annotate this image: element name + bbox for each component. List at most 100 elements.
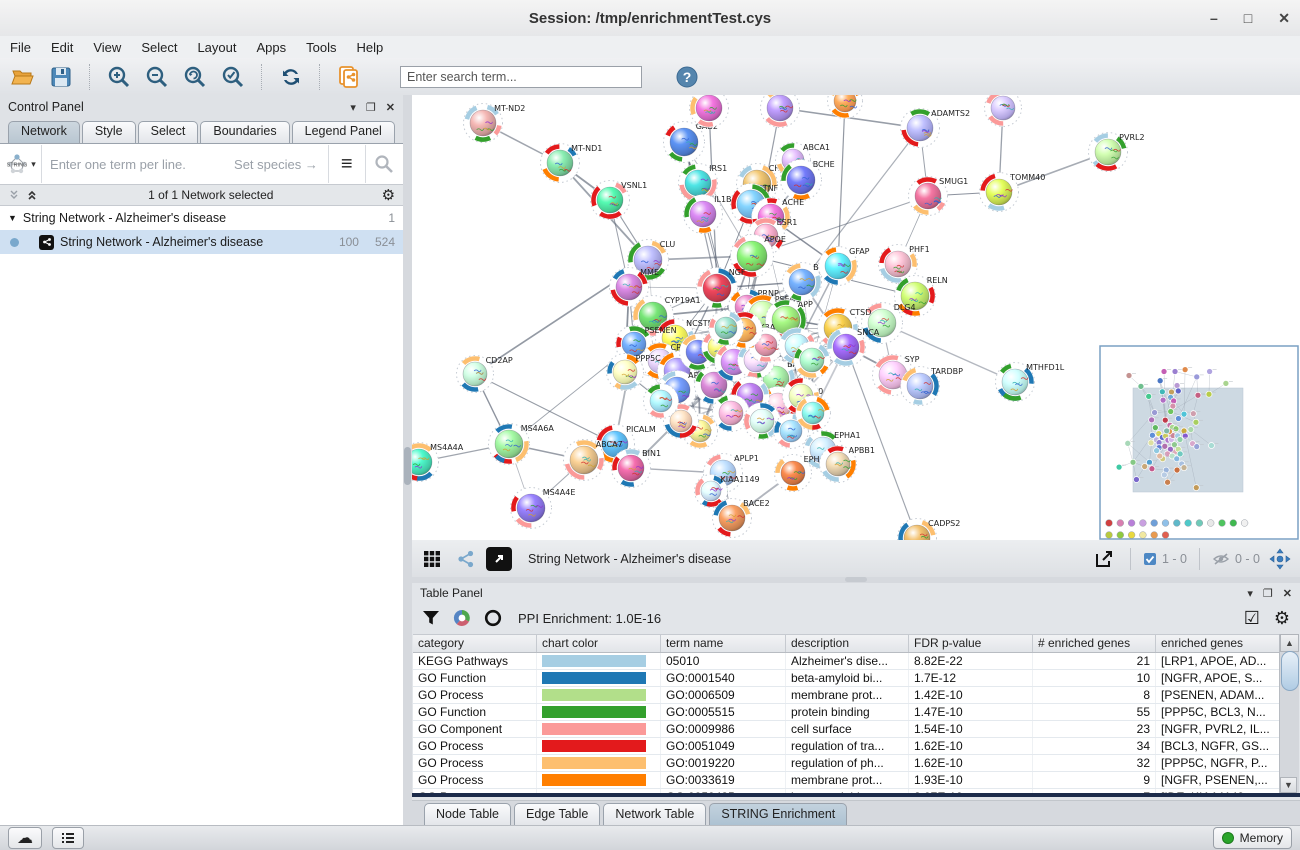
menu-file[interactable]: File (10, 40, 31, 55)
open-in-string-button[interactable] (486, 547, 512, 571)
table-row[interactable]: GO ProcessGO:0051049regulation of tra...… (413, 738, 1281, 755)
table-row[interactable]: KEGG Pathways05010Alzheimer's dise...8.8… (413, 653, 1281, 670)
network-node[interactable] (985, 95, 1022, 127)
table-row[interactable]: GO FunctionGO:0001540beta-amyloid bi...1… (413, 670, 1281, 687)
table-settings-gear-icon[interactable]: ⚙ (1274, 608, 1290, 629)
network-node-vsnl1[interactable]: VSNL1 (591, 181, 648, 220)
network-node-tomm40[interactable]: TOMM40 (980, 173, 1046, 212)
column-header-enriched-genes[interactable]: enriched genes (1156, 635, 1281, 652)
birdseye-panel[interactable] (1100, 346, 1298, 539)
network-node-mt-nd1[interactable]: MT-ND1 (541, 144, 603, 183)
scroll-down-arrow[interactable]: ▼ (1280, 777, 1297, 793)
network-row-selected[interactable]: String Network - Alzheimer's disease 100… (0, 230, 403, 254)
column-header-FDR-p-value[interactable]: FDR p-value (909, 635, 1033, 652)
tab-select[interactable]: Select (138, 121, 199, 143)
column-header-description[interactable]: description (786, 635, 909, 652)
network-node[interactable] (761, 95, 800, 128)
scroll-up-arrow[interactable]: ▲ (1280, 634, 1299, 652)
tab-network[interactable]: Network (8, 121, 80, 143)
search-input[interactable] (400, 66, 642, 88)
menu-view[interactable]: View (93, 40, 121, 55)
column-header--enriched-genes[interactable]: # enriched genes (1033, 635, 1156, 652)
table-row[interactable]: GO ProcessGO:0033619membrane prot...1.93… (413, 772, 1281, 789)
string-protein-query-dropdown[interactable]: STRING ▾ (0, 145, 42, 183)
network-node-adamts2[interactable]: ADAMTS2 (901, 109, 971, 148)
chart-color-donut-icon[interactable] (452, 608, 472, 628)
network-node[interactable] (713, 395, 750, 432)
tab-legend-panel[interactable]: Legend Panel (292, 121, 395, 143)
network-node-mthfd1l[interactable]: MTHFD1L (996, 363, 1065, 402)
network-node-bche[interactable]: BCHE (781, 160, 835, 201)
zoom-fit-button[interactable] (180, 63, 210, 91)
tab-boundaries[interactable]: Boundaries (200, 121, 289, 143)
network-node-mt-nd2[interactable]: MT-ND2 (464, 104, 526, 143)
network-node[interactable] (796, 396, 831, 431)
tab-network-table[interactable]: Network Table (603, 803, 706, 825)
close-panel-icon[interactable]: ✕ (386, 101, 395, 114)
zoom-in-button[interactable] (104, 63, 134, 91)
column-header-term-name[interactable]: term name (661, 635, 786, 652)
network-options-gear-icon[interactable]: ⚙ (382, 186, 395, 204)
select-columns-icon[interactable]: ☑ (1244, 608, 1260, 629)
set-species-link[interactable]: Set species → (234, 157, 328, 172)
filter-icon[interactable] (422, 609, 440, 627)
scrollbar-thumb[interactable] (1281, 651, 1299, 691)
help-button[interactable]: ? (672, 63, 702, 91)
task-history-button[interactable] (52, 827, 84, 849)
network-node-bace2[interactable]: BACE2 (713, 499, 770, 538)
tab-node-table[interactable]: Node Table (424, 803, 511, 825)
tab-edge-table[interactable]: Edge Table (514, 803, 600, 825)
undock-panel-icon[interactable]: ❐ (1263, 587, 1273, 600)
open-session-button[interactable] (8, 63, 38, 91)
memory-button[interactable]: Memory (1213, 827, 1292, 849)
import-network-button[interactable] (334, 63, 364, 91)
string-options-button[interactable]: ≡ (328, 145, 366, 183)
network-node-apbb1[interactable]: APBB1 (820, 446, 875, 483)
menu-help[interactable]: Help (357, 40, 384, 55)
network-node-bin1[interactable]: BIN1 (612, 449, 662, 488)
network-node-tardbp[interactable]: TARDBP (901, 367, 964, 406)
menu-tools[interactable]: Tools (306, 40, 336, 55)
table-panel-splitter-grip[interactable] (845, 577, 867, 582)
string-search-button[interactable] (366, 145, 403, 183)
table-vertical-scrollbar[interactable]: ▲ ▼ (1279, 634, 1299, 793)
network-node-pvrl2[interactable]: PVRL2 (1089, 133, 1145, 172)
column-header-chart-color[interactable]: chart color (537, 635, 661, 652)
pan-tool-button[interactable] (1266, 546, 1294, 572)
menu-select[interactable]: Select (141, 40, 177, 55)
network-node-gab2[interactable]: GAB2 (664, 122, 718, 163)
network-canvas[interactable]: MT-ND2MT-ND1VSNL1GAB2IRS1CHATABCA1BCHETN… (412, 95, 1300, 541)
network-node[interactable] (794, 342, 831, 379)
network-node-ms4a4e[interactable]: MS4A4E (511, 488, 576, 529)
network-node-ms4a4a[interactable]: MS4A4A (412, 443, 464, 482)
save-session-button[interactable] (46, 63, 76, 91)
grid-view-button[interactable] (418, 546, 446, 572)
undock-panel-icon[interactable]: ❐ (366, 101, 376, 114)
network-node[interactable] (644, 384, 679, 419)
network-node-smug1[interactable]: SMUG1 (909, 177, 969, 216)
expand-all-icon[interactable] (26, 189, 40, 201)
zoom-selected-button[interactable] (218, 63, 248, 91)
float-panel-icon[interactable]: ▾ (1247, 587, 1253, 600)
tab-string-enrichment[interactable]: STRING Enrichment (709, 803, 847, 825)
string-term-input[interactable] (42, 157, 234, 172)
export-network-button[interactable] (1090, 546, 1118, 572)
maximize-button[interactable]: □ (1244, 10, 1252, 26)
network-node-cd2ap[interactable]: CD2AP (457, 356, 513, 393)
tab-style[interactable]: Style (82, 121, 136, 143)
table-horizontal-scrollbar[interactable] (412, 793, 1300, 797)
menu-edit[interactable]: Edit (51, 40, 73, 55)
ring-chart-icon[interactable] (484, 609, 502, 627)
zoom-out-button[interactable] (142, 63, 172, 91)
close-panel-icon[interactable]: ✕ (1283, 587, 1292, 600)
table-row[interactable]: GO ComponentGO:0009986cell surface1.54E-… (413, 721, 1281, 738)
cloud-tasks-button[interactable]: ☁ (8, 827, 42, 849)
network-node-ms4a6a[interactable]: MS4A6A (489, 424, 555, 465)
network-collection-row[interactable]: ▼ String Network - Alzheimer's disease 1 (0, 206, 403, 230)
refresh-network-button[interactable] (276, 63, 306, 91)
minimize-button[interactable]: – (1210, 10, 1218, 26)
panel-divider-grip[interactable] (404, 447, 411, 485)
table-row[interactable]: GO ProcessGO:0019220regulation of ph...1… (413, 755, 1281, 772)
network-node-gfap[interactable]: GFAP (819, 247, 870, 286)
table-row[interactable]: GO ProcessGO:0006509membrane prot...1.42… (413, 687, 1281, 704)
